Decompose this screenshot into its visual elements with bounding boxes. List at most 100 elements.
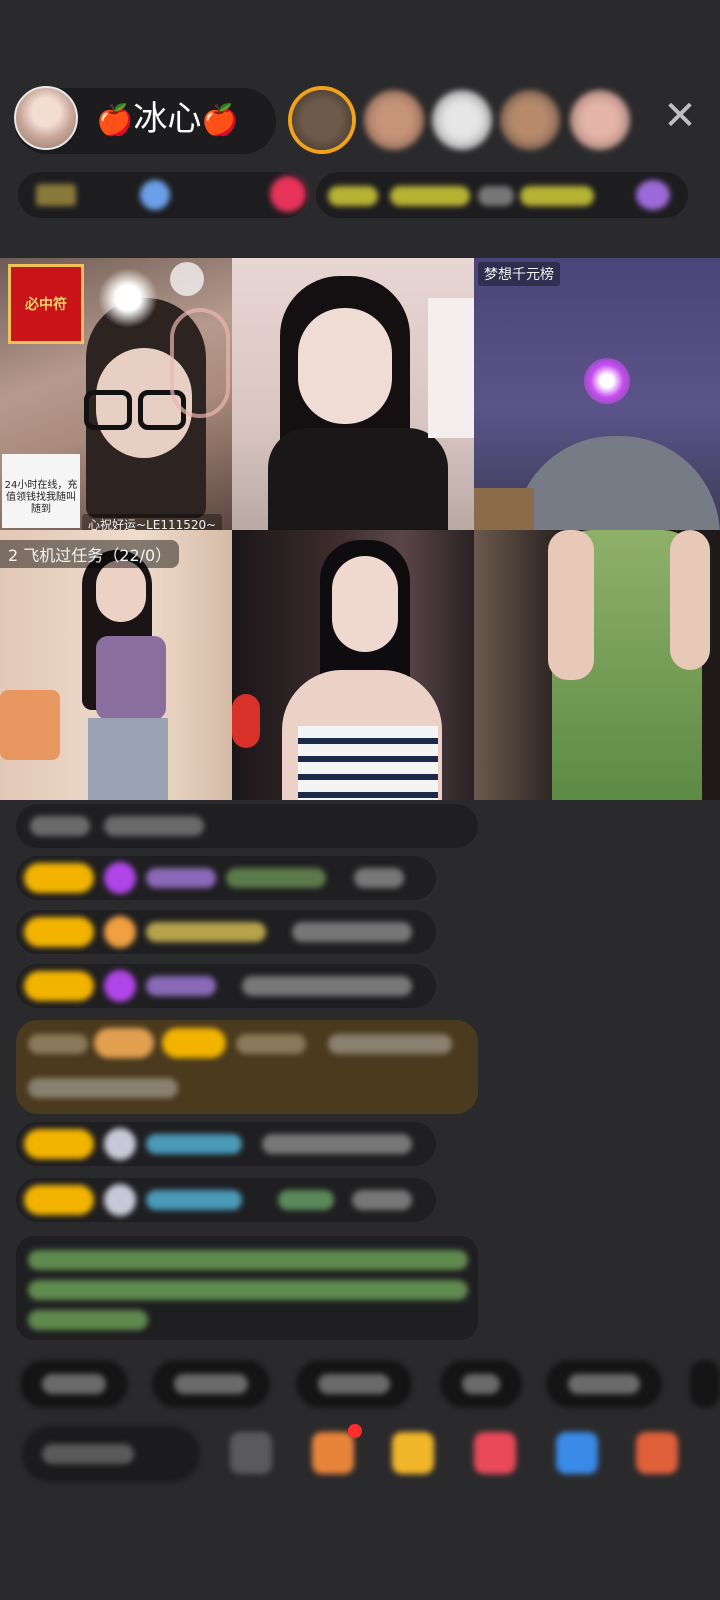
notification-dot xyxy=(348,1424,362,1438)
fan-icon xyxy=(104,916,136,948)
host-name-text: 冰心 xyxy=(133,99,202,139)
promo-card[interactable]: 24小时在线，充值领钱找我随叫随到 xyxy=(2,454,80,528)
level-badge xyxy=(24,1185,94,1215)
chat-text xyxy=(104,816,204,836)
ticker-text-4 xyxy=(520,186,594,206)
game-icon[interactable] xyxy=(556,1432,598,1474)
video-tile-3[interactable] xyxy=(474,258,720,530)
mascot-toy xyxy=(232,694,260,748)
chat-message-5-highlight[interactable] xyxy=(16,1020,478,1114)
avatar-icon xyxy=(104,1128,136,1160)
notice-line-3 xyxy=(28,1310,148,1330)
host-avatar[interactable] xyxy=(14,86,78,150)
glasses-left xyxy=(84,390,132,430)
video-tile-5[interactable] xyxy=(232,530,474,800)
chat-text xyxy=(292,922,412,942)
streamer-face xyxy=(298,308,392,424)
streamer-arm-left xyxy=(548,530,594,680)
chat-text xyxy=(262,1134,412,1154)
notice-line-1 xyxy=(28,1250,468,1270)
video-tile-2[interactable] xyxy=(232,258,474,530)
streamer-top xyxy=(96,636,166,720)
level-badge xyxy=(24,1129,94,1159)
username[interactable] xyxy=(146,868,216,888)
quick-reply-4[interactable] xyxy=(440,1360,522,1408)
streamer-face xyxy=(96,560,146,622)
dream-rank-label[interactable]: 梦想千元榜 xyxy=(478,262,560,286)
video-tile-6[interactable] xyxy=(474,530,720,800)
furniture xyxy=(474,488,534,530)
apple-icon-right: 🍎 xyxy=(201,103,239,138)
quick-reply-3[interactable] xyxy=(296,1360,412,1408)
viewer-avatar-1[interactable] xyxy=(292,90,352,150)
rank-badge-icon xyxy=(36,184,76,206)
chat-message-1[interactable] xyxy=(16,804,478,848)
video-tile-4[interactable] xyxy=(0,530,232,800)
chair-back xyxy=(514,436,720,530)
chat-message-2[interactable] xyxy=(16,856,436,900)
viewer-avatar-3[interactable] xyxy=(432,90,492,150)
gift-icon[interactable] xyxy=(474,1432,516,1474)
chat-message-7[interactable] xyxy=(16,1178,436,1222)
chat-text xyxy=(352,1190,412,1210)
ticker-text-2 xyxy=(390,186,470,206)
viewer-avatar-4[interactable] xyxy=(500,90,560,150)
ticker-text-3 xyxy=(478,186,514,206)
chat-text xyxy=(242,976,412,996)
chat-text xyxy=(28,1078,178,1098)
chat-text xyxy=(28,1034,88,1054)
chat-text xyxy=(226,868,326,888)
gift-icon[interactable] xyxy=(636,180,670,210)
username[interactable] xyxy=(146,922,266,942)
vip-badge xyxy=(94,1028,154,1058)
chat-message-3[interactable] xyxy=(16,910,436,954)
streamer-face xyxy=(332,556,398,652)
task-progress-tag[interactable]: 2 飞机过任务（22/0） xyxy=(0,540,180,568)
number-balloon-6 xyxy=(170,308,230,418)
quick-reply-5[interactable] xyxy=(546,1360,662,1408)
level-badge xyxy=(24,917,94,947)
chat-message-4[interactable] xyxy=(16,964,436,1008)
notice-line-2 xyxy=(28,1280,468,1300)
username[interactable] xyxy=(146,976,216,996)
window-blinds xyxy=(428,298,474,438)
chat-message-6[interactable] xyxy=(16,1122,436,1166)
diamond-icon xyxy=(104,862,136,894)
treasure-box-icon[interactable] xyxy=(312,1432,354,1474)
lucky-charm-badge[interactable]: 必中符 xyxy=(8,264,84,344)
chat-text xyxy=(278,1190,334,1210)
heart-icon[interactable] xyxy=(270,176,306,212)
username[interactable] xyxy=(146,1190,242,1210)
chat-text xyxy=(354,868,404,888)
hot-icon xyxy=(140,180,170,210)
ring-light-glow xyxy=(98,268,158,328)
quick-reply-6[interactable] xyxy=(690,1360,720,1408)
close-icon[interactable]: ✕ xyxy=(660,96,700,136)
username[interactable] xyxy=(146,1134,242,1154)
avatar-icon xyxy=(104,1184,136,1216)
viewer-avatar-2[interactable] xyxy=(364,90,424,150)
balloon-icon xyxy=(170,262,204,296)
level-badge xyxy=(24,971,94,1001)
purple-lamp xyxy=(584,358,630,404)
chat-text xyxy=(30,816,90,836)
quick-reply-1[interactable] xyxy=(20,1360,128,1408)
diamond-icon xyxy=(104,970,136,1002)
level-badge xyxy=(162,1028,226,1058)
system-notice xyxy=(16,1236,478,1340)
chat-input[interactable] xyxy=(22,1426,200,1482)
quick-reply-2[interactable] xyxy=(152,1360,270,1408)
apple-icon-left: 🍎 xyxy=(96,103,134,138)
more-icon[interactable] xyxy=(636,1432,678,1474)
striped-top xyxy=(298,726,438,800)
level-badge xyxy=(24,863,94,893)
decoration xyxy=(0,690,60,760)
username[interactable] xyxy=(236,1034,306,1054)
emoji-icon[interactable] xyxy=(230,1432,272,1474)
lucky-bag-icon[interactable] xyxy=(392,1432,434,1474)
host-name[interactable]: 🍎冰心🍎 xyxy=(96,98,239,142)
viewer-avatar-5[interactable] xyxy=(570,90,630,150)
streamer-skirt xyxy=(88,718,168,800)
streamer-arm-right xyxy=(670,530,710,670)
ticker-text-1 xyxy=(328,186,378,206)
